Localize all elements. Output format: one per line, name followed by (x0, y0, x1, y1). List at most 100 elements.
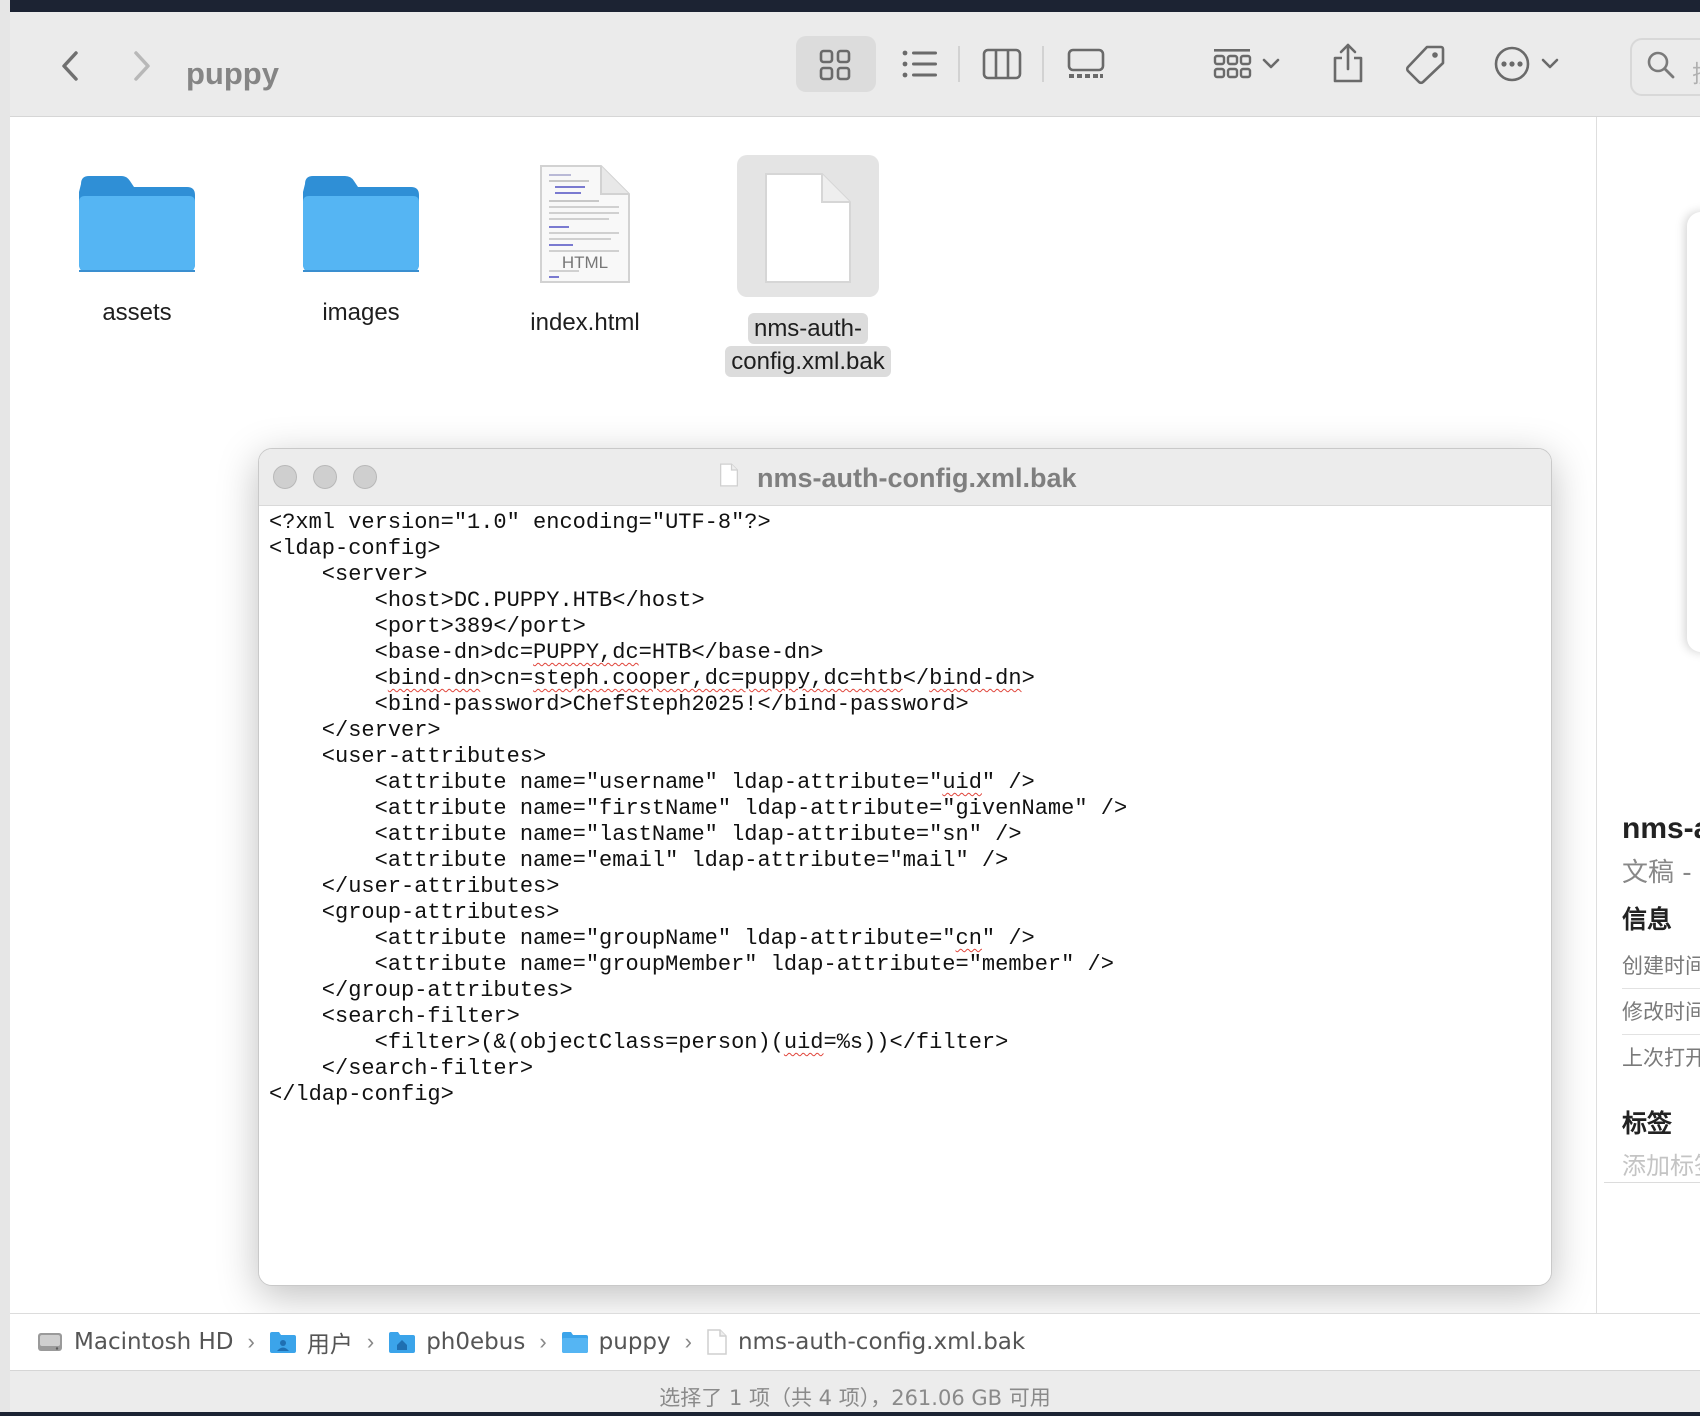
tag-icon (1405, 45, 1445, 85)
file-label-selected: nms-auth- config.xml.bak (708, 312, 908, 378)
list-view-icon (902, 50, 937, 78)
column-view-icon (982, 48, 1022, 80)
chevron-down-icon (1262, 58, 1280, 69)
chevron-down-icon (1541, 58, 1559, 69)
file-label-line2: config.xml.bak (725, 346, 891, 377)
group-by-button[interactable] (1206, 44, 1286, 84)
code-line: <?xml version="1.0" encoding="UTF-8"?> (269, 510, 771, 535)
code-line: <attribute name="lastName" ldap-attribut… (269, 822, 1022, 847)
home-folder-icon (388, 1330, 416, 1354)
code-line: <attribute name="username" ldap-attribut… (269, 770, 1035, 795)
path-bar: Macintosh HD › 用户 › ph0ebus › puppy › nm… (10, 1313, 1700, 1370)
xml-code-text: <?xml version="1.0" encoding="UTF-8"?> <… (269, 510, 1127, 1108)
code-line: <user-attributes> (269, 744, 547, 769)
crumb-label: Macintosh HD (74, 1329, 234, 1355)
quicklook-window: nms-auth-config.xml.bak <?xml version="1… (258, 448, 1552, 1286)
minimize-window-button[interactable] (313, 465, 337, 489)
file-item-images[interactable]: images (261, 172, 461, 329)
file-item-assets[interactable]: assets (37, 172, 237, 329)
users-folder-icon (269, 1330, 297, 1354)
inspector-info-heading: 信息 (1622, 905, 1673, 934)
gallery-view-button[interactable] (1064, 44, 1108, 84)
list-view-button[interactable] (898, 44, 942, 84)
desktop-background-left (0, 0, 10, 1416)
document-icon (706, 1328, 728, 1356)
inspector-tags-heading: 标签 (1622, 1109, 1673, 1138)
inspector-preview (1687, 212, 1700, 652)
inspector-created-label: 创建时间 (1622, 950, 1700, 989)
path-crumb-home[interactable]: ph0ebus (388, 1329, 525, 1355)
code-line: <attribute name="email" ldap-attribute="… (269, 848, 1009, 873)
file-item-index-html[interactable]: HTML index.html (485, 162, 685, 339)
status-bar: 选择了 1 项（共 4 项），261.06 GB 可用 (10, 1370, 1700, 1416)
code-line: <attribute name="groupMember" ldap-attri… (269, 952, 1114, 977)
file-label: assets (102, 299, 172, 326)
search-placeholder: 搜 (1692, 54, 1700, 89)
code-line: <attribute name="firstName" ldap-attribu… (269, 796, 1128, 821)
folder-icon (79, 176, 195, 272)
toolbar-separator (958, 46, 960, 82)
code-line: <host>DC.PUPPY.HTB</host> (269, 588, 705, 613)
path-crumb-users[interactable]: 用户 (269, 1325, 353, 1359)
toolbar-separator (1042, 46, 1044, 82)
more-actions-button[interactable] (1486, 42, 1566, 86)
inspector-modified-label: 修改时间 (1622, 996, 1700, 1035)
folder-icon (561, 1330, 589, 1354)
share-button[interactable] (1326, 38, 1370, 88)
quicklook-content[interactable]: <?xml version="1.0" encoding="UTF-8"?> <… (259, 506, 1551, 1284)
desktop-background-bottom (0, 1412, 1700, 1416)
path-crumb-macintosh-hd[interactable]: Macintosh HD (36, 1329, 234, 1355)
chevron-left-icon (62, 51, 78, 81)
code-line: <base-dn>dc=PUPPY,dc=HTB</base-dn> (269, 640, 824, 665)
chevron-right-icon: › (684, 1329, 692, 1354)
chevron-right-icon: › (247, 1329, 255, 1354)
divider (1604, 1182, 1700, 1183)
toolbar: puppy (10, 12, 1700, 117)
chevron-right-icon (134, 51, 150, 81)
code-line: </server> (269, 718, 441, 743)
quicklook-titlebar: nms-auth-config.xml.bak (259, 449, 1551, 506)
code-line: <ldap-config> (269, 536, 441, 561)
ellipsis-circle-icon (1494, 46, 1530, 82)
code-line: <group-attributes> (269, 900, 560, 925)
search-field[interactable]: 搜 (1630, 38, 1700, 96)
crumb-label: ph0ebus (426, 1329, 526, 1355)
hard-drive-icon (36, 1329, 64, 1355)
gallery-view-icon (1067, 48, 1105, 78)
chevron-right-icon: › (539, 1329, 547, 1354)
html-badge: HTML (561, 253, 609, 272)
inspector-subtitle: 文稿 - 8 (1622, 858, 1700, 888)
code-line: </search-filter> (269, 1056, 534, 1081)
crumb-label: 用户 (306, 1332, 353, 1358)
icon-view-button[interactable] (796, 36, 876, 92)
close-window-button[interactable] (273, 465, 297, 489)
tags-button[interactable] (1402, 40, 1450, 88)
code-line: <bind-password>ChefSteph2025!</bind-pass… (269, 692, 969, 717)
path-crumb-puppy[interactable]: puppy (561, 1329, 671, 1355)
path-crumb-file[interactable]: nms-auth-config.xml.bak (706, 1328, 1025, 1356)
inspector-title: nms-a (1622, 812, 1700, 845)
column-view-button[interactable] (980, 44, 1024, 84)
share-icon (1333, 43, 1363, 83)
code-line: <server> (269, 562, 428, 587)
screen: puppy assets images HTML index.html nms-… (0, 0, 1700, 1416)
code-line: <search-filter> (269, 1004, 520, 1029)
add-tag-field[interactable]: 添加标签 (1622, 1146, 1700, 1181)
forward-button[interactable] (122, 46, 162, 86)
file-item-nms-auth-config[interactable]: nms-auth- config.xml.bak (708, 170, 908, 378)
code-line: </user-attributes> (269, 874, 560, 899)
folder-icon (303, 176, 419, 272)
code-line: <filter>(&(objectClass=person)(uid=%s))<… (269, 1030, 1009, 1055)
code-line: </ldap-config> (269, 1082, 454, 1107)
code-line: <attribute name="groupName" ldap-attribu… (269, 926, 1035, 951)
chevron-right-icon: › (366, 1329, 375, 1354)
code-line: <bind-dn>cn=steph.cooper,dc=puppy,dc=htb… (269, 666, 1035, 691)
zoom-window-button[interactable] (353, 465, 377, 489)
code-line: <port>389</port> (269, 614, 586, 639)
group-icon (1213, 49, 1252, 79)
finder-window: puppy assets images HTML index.html nms-… (10, 12, 1700, 1416)
quicklook-title: nms-auth-config.xml.bak (757, 463, 1077, 493)
crumb-label: nms-auth-config.xml.bak (737, 1329, 1026, 1355)
back-button[interactable] (50, 46, 90, 86)
search-icon (1647, 51, 1675, 79)
